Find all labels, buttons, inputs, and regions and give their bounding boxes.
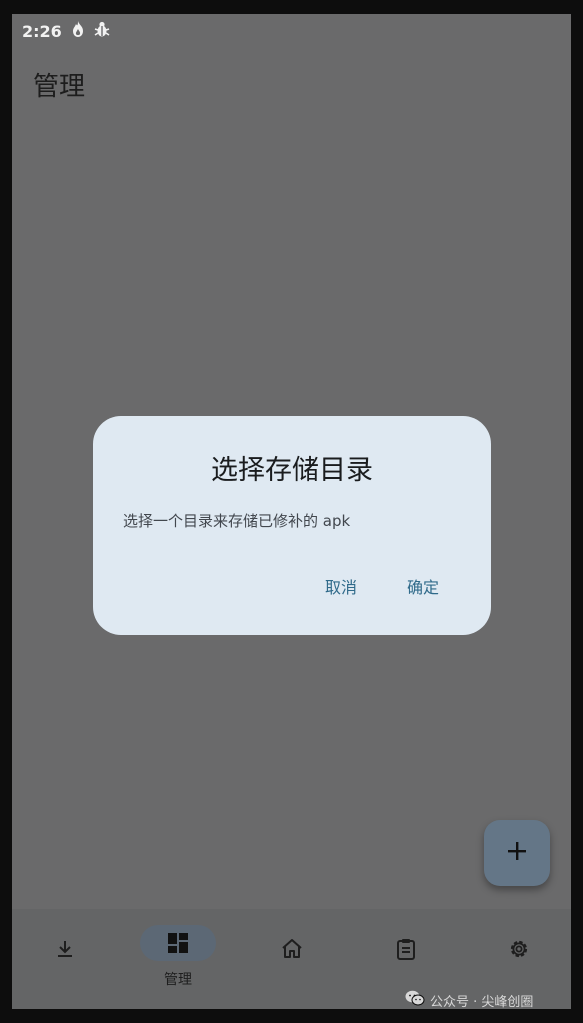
select-storage-dialog: 选择存储目录 选择一个目录来存储已修补的 apk 取消 确定	[93, 416, 491, 635]
home-icon	[280, 937, 304, 961]
watermark-text: 公众号 · 尖峰创圈	[430, 994, 534, 1010]
nav-item-download[interactable]	[25, 909, 105, 1009]
phone-screen: 2:26 管理 选择存储目录 选择一个目录来存储已修补的 apk 取消 确定 管…	[12, 14, 571, 1009]
page-title: 管理	[33, 72, 86, 102]
dashboard-icon	[166, 931, 190, 955]
clipboard-icon	[394, 937, 418, 961]
flame-icon	[70, 20, 86, 42]
status-time: 2:26	[22, 21, 62, 41]
download-icon	[53, 937, 77, 961]
watermark: 公众号 · 尖峰创圈	[405, 990, 533, 1010]
cancel-button[interactable]: 取消	[319, 570, 363, 602]
confirm-button[interactable]: 确定	[401, 570, 445, 602]
gear-icon	[507, 937, 531, 961]
nav-label-manage: 管理	[164, 972, 192, 988]
add-fab-button[interactable]	[484, 820, 550, 886]
nav-item-manage[interactable]: 管理	[138, 909, 218, 1009]
status-bar: 2:26	[22, 18, 110, 44]
plus-icon	[506, 840, 528, 866]
wechat-icon	[405, 990, 425, 1010]
bug-icon	[94, 20, 110, 42]
dialog-title: 选择存储目录	[211, 455, 373, 486]
dialog-message: 选择一个目录来存储已修补的 apk	[123, 512, 351, 530]
nav-item-home[interactable]	[252, 909, 332, 1009]
